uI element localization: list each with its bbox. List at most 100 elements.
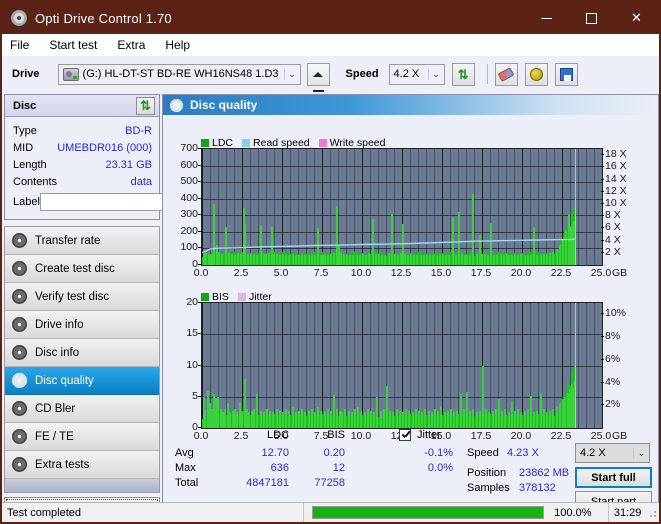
minimize-button[interactable] (524, 2, 569, 34)
bar (301, 409, 304, 428)
jitter-checkbox[interactable] (399, 429, 411, 441)
bar (256, 393, 259, 428)
disc-refresh-button[interactable]: ⇅ (136, 96, 155, 115)
legend-swatch-icon (242, 139, 251, 147)
maximize-button[interactable] (569, 2, 614, 34)
y-axis-tick-label: 10 (186, 358, 198, 371)
save-icon (559, 67, 573, 81)
resize-grip-icon[interactable] (646, 506, 657, 519)
bar (262, 411, 265, 428)
legend-swatch-icon (237, 293, 246, 301)
bar (494, 409, 497, 428)
bar (491, 410, 494, 428)
sidebar-item-drive-info[interactable]: Drive info (5, 311, 159, 339)
menu-extra[interactable]: Extra (117, 38, 145, 52)
y2-axis-tick (601, 251, 604, 253)
sidebar-item-label: Disc info (35, 346, 80, 359)
y2-axis-tick-label: 6% (605, 352, 621, 365)
bar (536, 410, 539, 428)
menu-start-test[interactable]: Start test (49, 38, 97, 52)
y-axis-tick (198, 181, 201, 183)
menu-file[interactable]: File (10, 38, 29, 52)
sidebar-item-disc-info[interactable]: Disc info (5, 339, 159, 367)
eject-button[interactable] (306, 62, 330, 92)
y-axis-tick-label: 400 (180, 191, 198, 204)
sidebar-item-extra-tests[interactable]: Extra tests (5, 451, 159, 479)
menu-help[interactable]: Help (165, 38, 190, 52)
sidebar-item-disc-quality[interactable]: Disc quality (5, 367, 159, 395)
save-button[interactable] (554, 62, 578, 86)
bar (389, 410, 392, 428)
sidebar-item-transfer-rate[interactable]: Transfer rate (5, 227, 159, 255)
erase-button[interactable] (494, 62, 518, 86)
y-axis-tick (198, 364, 201, 366)
bar (546, 411, 548, 428)
y-axis-tick (198, 333, 201, 335)
ldc-chart-legend: LDC Read speed Write speed (201, 137, 391, 149)
sidebar-item-label: Transfer rate (35, 234, 101, 247)
bar (421, 411, 424, 428)
bar (253, 409, 256, 428)
sidebar-item-fe-te[interactable]: FE / TE (5, 423, 159, 451)
bar (395, 409, 398, 428)
page-title: Disc quality (190, 98, 258, 112)
bar (478, 410, 481, 428)
legend-item: Read speed (242, 137, 310, 149)
bar (314, 411, 316, 428)
chevron-down-icon: ⌄ (283, 68, 300, 80)
speed-readout-value: 4.23 X (507, 447, 539, 459)
stats-avg-ldc: 12.70 (261, 447, 289, 459)
stats-avg-bis: 0.20 (323, 447, 345, 459)
disc-label-row: Label (13, 191, 243, 213)
sidebar-item-label: Extra tests (35, 458, 90, 471)
legend-item: BIS (201, 291, 229, 303)
y2-axis-tick-label: 4 X (605, 233, 621, 246)
y-axis-tick-label: 5 (192, 389, 198, 402)
disc-label-caption: Label (13, 196, 40, 208)
disc-row-contents: Contents data (13, 173, 152, 190)
refresh-icon: ⇅ (457, 66, 469, 82)
bar (462, 409, 465, 428)
y2-axis-tick-label: 8 X (605, 209, 621, 222)
progress-bar-fill (313, 507, 544, 518)
sidebar-item-create-test-disc[interactable]: Create test disc (5, 255, 159, 283)
bar (437, 410, 440, 428)
bar (291, 406, 294, 428)
disc-icon (12, 289, 27, 304)
bar (414, 409, 417, 428)
position-value: 23862 MB (519, 467, 570, 479)
sidebar-nav: Transfer rate Create test disc Verify te… (4, 226, 160, 493)
legend-label: BIS (212, 291, 229, 303)
bar (552, 409, 555, 428)
y-axis-tick (198, 395, 201, 397)
sidebar-item-verify-test-disc[interactable]: Verify test disc (5, 283, 159, 311)
bar (530, 395, 532, 428)
y-axis-tick-label: 300 (180, 208, 198, 221)
samples-label: Samples (467, 482, 510, 494)
y-axis-tick-label: 200 (180, 224, 198, 237)
content-panel: Disc quality LDC Read speed Write speed 01… (162, 94, 659, 512)
bar (424, 409, 427, 428)
legend-swatch-icon (201, 139, 209, 147)
bar (341, 411, 344, 428)
close-button[interactable]: ✕ (614, 2, 659, 34)
bar (498, 399, 500, 428)
drive-select[interactable]: (G:) HL-DT-ST BD-RE WH16NS48 1.D3 ⌄ (57, 63, 301, 85)
y-axis-tick (198, 197, 201, 199)
toolbar-separator (486, 64, 488, 84)
legend-swatch-icon (201, 293, 209, 301)
refresh-button[interactable]: ⇅ (451, 62, 475, 86)
sidebar-item-cd-bler[interactable]: CD Bler (5, 395, 159, 423)
speed-select[interactable]: 4.2 X ⌄ (388, 63, 445, 85)
cursor-line (574, 149, 576, 265)
start-full-button[interactable]: Start full (575, 467, 652, 488)
disc-length-value: 23.31 GB (105, 158, 152, 171)
y-axis-tick-label: 700 (180, 142, 198, 154)
bar (310, 409, 313, 428)
y-axis-tick (198, 164, 201, 166)
test-speed-select[interactable]: 4.2 X ⌄ (575, 443, 650, 463)
x-axis-tick-label: 25.0 (590, 267, 612, 279)
eject-icon (312, 71, 324, 92)
settings-button[interactable] (524, 62, 548, 86)
y-axis-tick (198, 247, 201, 249)
